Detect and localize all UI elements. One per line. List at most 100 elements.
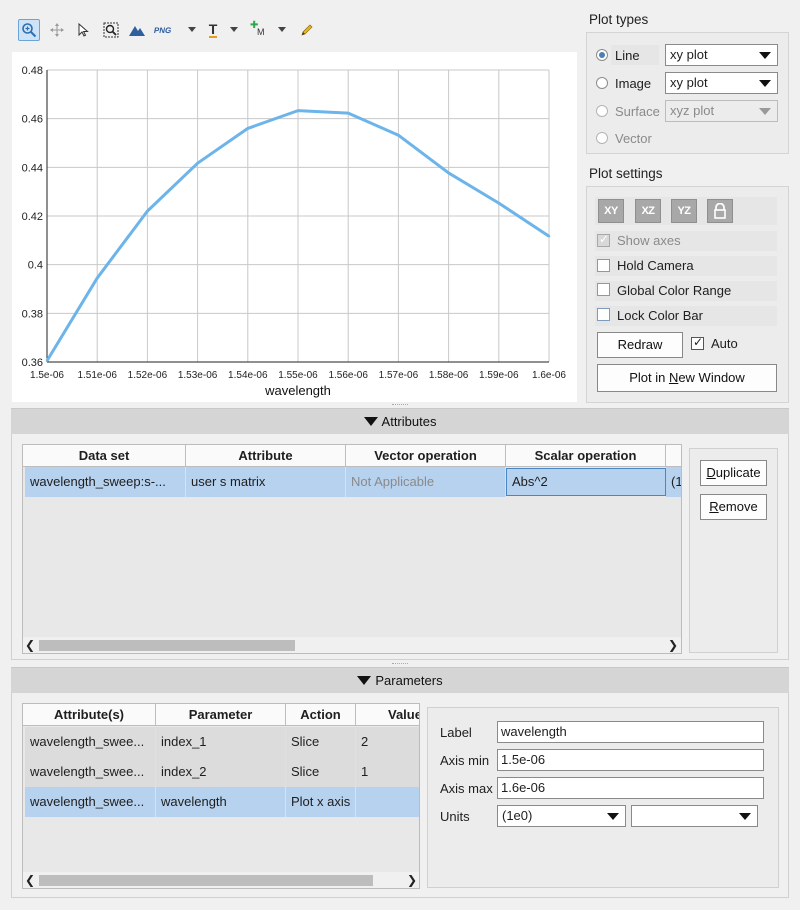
axis-max-label: Axis max	[440, 781, 493, 796]
remove-button[interactable]: Remove	[700, 494, 767, 520]
parameters-section-header[interactable]: Parameters	[11, 667, 789, 693]
parameters-horizontal-scrollbar[interactable]: ❮ ❯	[23, 872, 419, 888]
units-select[interactable]: (1e0)	[497, 805, 626, 827]
image-radio[interactable]	[596, 77, 608, 89]
lock-icon	[714, 203, 726, 219]
x-tick-label: 1.55e-06	[278, 370, 318, 381]
surface-plot-type-select[interactable]: xyz plot	[665, 100, 778, 122]
scroll-left-icon[interactable]: ❮	[23, 872, 37, 888]
auto-redraw-checkbox[interactable]	[691, 335, 704, 350]
x-tick-label: 1.58e-06	[429, 370, 469, 381]
column-header-parameter[interactable]: Parameter	[156, 704, 286, 726]
y-tick-label: 0.48	[22, 65, 43, 77]
chevron-down-icon[interactable]	[230, 27, 238, 32]
view-xz-button[interactable]: XZ	[635, 199, 661, 223]
line-radio[interactable]	[596, 49, 608, 61]
marker-icon[interactable]: ✚ M	[248, 19, 286, 41]
scrollbar-thumb[interactable]	[39, 875, 373, 886]
label-field-label: Label	[440, 725, 472, 740]
axis-min-label: Axis min	[440, 753, 490, 768]
x-tick-label: 1.56e-06	[328, 370, 368, 381]
view-yz-button[interactable]: YZ	[671, 199, 697, 223]
plot-in-new-window-button[interactable]: Plot in New Window	[597, 364, 777, 392]
data-point	[397, 134, 400, 137]
axis-min-input[interactable]: 1.5e-06	[497, 749, 764, 771]
line-chart[interactable]: 0.36 0.38 0.4 0.42 0.44 0.46 0.48 1.5e-06 1.51e-…	[12, 52, 577, 402]
text-annotation-icon[interactable]: T	[202, 19, 238, 41]
redraw-button[interactable]: Redraw	[597, 332, 683, 358]
scalar-operation-cell[interactable]: Abs^2	[506, 468, 666, 496]
zoom-box-icon[interactable]	[100, 19, 122, 41]
chevron-down-icon	[759, 80, 771, 87]
units-secondary-select[interactable]	[631, 805, 758, 827]
collapse-triangle-icon	[363, 417, 378, 426]
x-tick-label: 1.57e-06	[379, 370, 419, 381]
show-axes-checkbox[interactable]	[597, 232, 610, 247]
global-color-range-checkbox[interactable]	[597, 283, 610, 296]
column-header-vector-operation[interactable]: Vector operation	[346, 445, 506, 467]
data-point	[296, 109, 300, 112]
pan-icon[interactable]	[46, 19, 68, 41]
column-header-scalar-operation[interactable]: Scalar operation	[506, 445, 666, 467]
scroll-left-icon[interactable]: ❮	[23, 637, 37, 653]
table-row[interactable]: wavelength_swee... wavelength Plot x axi…	[23, 787, 419, 817]
attributes-horizontal-scrollbar[interactable]: ❮ ❯	[23, 637, 681, 653]
column-header-value[interactable]: Value	[356, 704, 419, 726]
column-header-units[interactable]	[666, 445, 681, 467]
attributes-section-header[interactable]: Attributes	[11, 408, 789, 434]
column-header-attribute[interactable]: Attribute	[186, 445, 346, 467]
x-tick-label: 1.6e-06	[532, 370, 566, 381]
auto-label: Auto	[711, 336, 738, 351]
pencil-icon[interactable]	[296, 19, 318, 41]
column-header-action[interactable]: Action	[286, 704, 356, 726]
scroll-right-icon[interactable]: ❯	[666, 637, 680, 653]
y-tick-label: 0.46	[22, 114, 43, 126]
scrollbar-thumb[interactable]	[39, 640, 295, 651]
lock-view-button[interactable]	[707, 199, 733, 223]
table-row[interactable]: wavelength_sweep:s-... user s matrix Not…	[23, 467, 681, 497]
y-tick-label: 0.38	[22, 308, 43, 320]
image-plot-type-select[interactable]: xy plot	[665, 72, 778, 94]
data-point	[196, 161, 199, 165]
attributes-table[interactable]: Data set Attribute Vector operation Scal…	[22, 444, 682, 654]
hold-camera-label: Hold Camera	[617, 258, 694, 273]
x-axis-label: wavelength	[264, 383, 331, 398]
pointer-icon[interactable]	[72, 19, 94, 41]
label-input[interactable]: wavelength	[497, 721, 764, 743]
chevron-down-icon	[607, 813, 619, 820]
table-row[interactable]: wavelength_swee... index_2 Slice 1	[23, 757, 419, 787]
parameters-table[interactable]: Attribute(s) Parameter Action Value wave…	[22, 703, 420, 889]
x-tick-label: 1.5e-06	[30, 370, 64, 381]
chevron-down-icon	[759, 52, 771, 59]
duplicate-button[interactable]: Duplicate	[700, 460, 767, 486]
chevron-down-icon[interactable]	[188, 27, 196, 32]
png-export-icon[interactable]: PNG	[152, 19, 196, 41]
table-row[interactable]: wavelength_swee... index_1 Slice 2	[23, 727, 419, 757]
column-header-data-set[interactable]: Data set	[23, 445, 186, 467]
plot-settings-title: Plot settings	[589, 166, 663, 181]
collapse-triangle-icon	[357, 676, 372, 685]
hold-camera-checkbox[interactable]	[597, 259, 610, 272]
mountain-icon[interactable]	[126, 19, 148, 41]
data-point	[246, 127, 249, 130]
chevron-down-icon[interactable]	[278, 27, 286, 32]
column-header-attributes[interactable]: Attribute(s)	[23, 704, 156, 726]
image-label: Image	[615, 76, 652, 91]
vector-radio[interactable]	[596, 132, 608, 144]
data-point	[497, 201, 500, 205]
line-label: Line	[615, 48, 640, 63]
surface-radio[interactable]	[596, 105, 608, 117]
axis-max-input[interactable]: 1.6e-06	[497, 777, 764, 799]
plot-area[interactable]: 0.36 0.38 0.4 0.42 0.44 0.46 0.48 1.5e-06 1.51e-…	[12, 52, 577, 402]
units-label: Units	[440, 809, 470, 824]
line-plot-type-select[interactable]: xy plot	[665, 44, 778, 66]
zoom-icon[interactable]	[18, 19, 40, 41]
y-tick-label: 0.36	[22, 357, 43, 369]
plot-toolbar: PNG T ✚ M	[16, 18, 316, 42]
data-point	[347, 111, 350, 115]
scroll-right-icon[interactable]: ❯	[405, 872, 419, 888]
view-xy-button[interactable]: XY	[598, 199, 624, 223]
x-tick-label: 1.53e-06	[178, 370, 218, 381]
surface-label: Surface	[615, 104, 660, 119]
lock-color-bar-checkbox[interactable]	[597, 308, 610, 321]
